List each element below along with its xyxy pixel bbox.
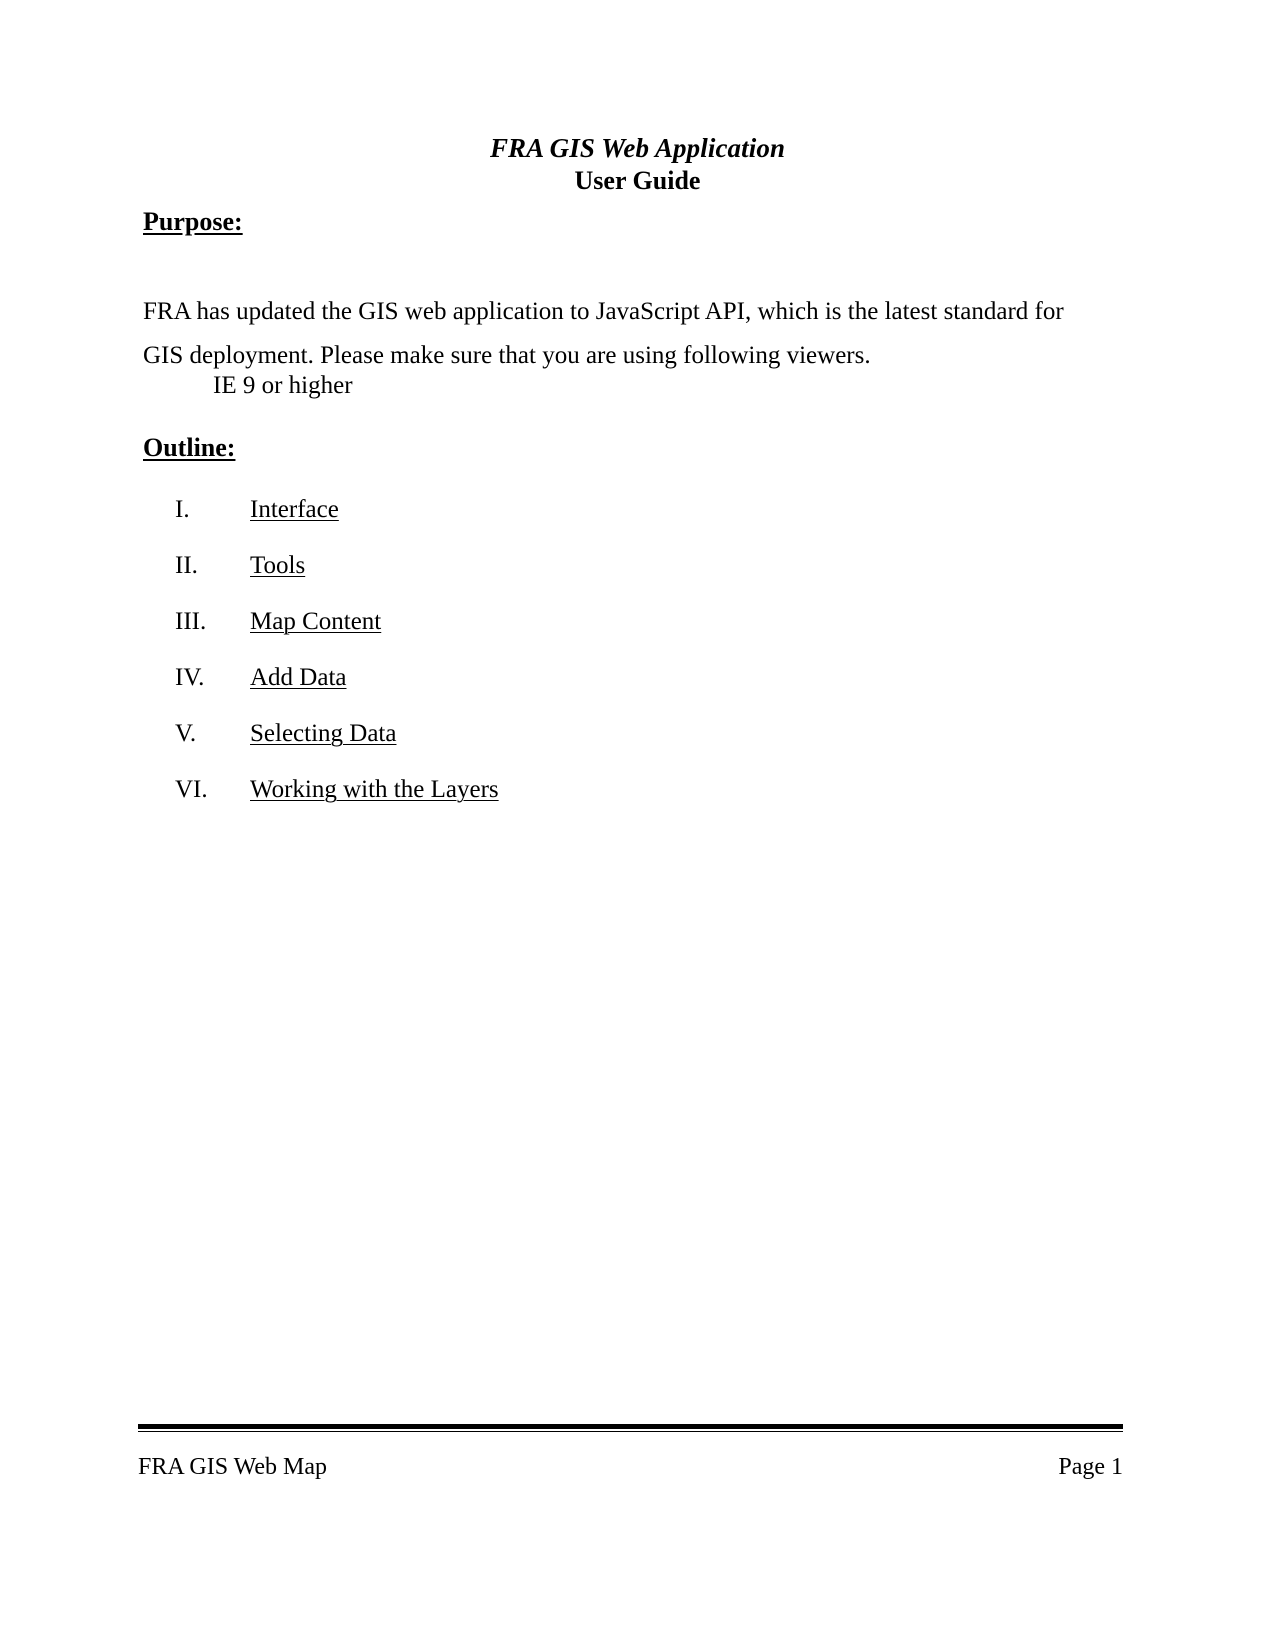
footer-row: FRA GIS Web Map Page 1 xyxy=(138,1452,1123,1482)
purpose-heading: Purpose: xyxy=(143,207,243,236)
list-item: III. Map Content xyxy=(143,606,843,662)
outline-numeral: I. xyxy=(175,496,190,523)
list-item: II. Tools xyxy=(143,550,843,606)
outline-heading: Outline: xyxy=(143,433,236,462)
browser-requirement-line: IE 9 or higher xyxy=(213,372,353,399)
footer-divider-thin xyxy=(138,1431,1123,1432)
purpose-paragraph: FRA has updated the GIS web application … xyxy=(143,298,1064,369)
outline-numeral: III. xyxy=(175,608,207,635)
footer-document-name: FRA GIS Web Map xyxy=(138,1454,327,1480)
outline-numeral: VI. xyxy=(175,776,208,803)
document-title: FRA GIS Web Application xyxy=(489,133,786,163)
outline-link-tools[interactable]: Tools xyxy=(250,550,305,582)
list-item: V. Selecting Data xyxy=(143,718,843,774)
outline-numeral: II. xyxy=(175,552,198,579)
outline-link-map-content[interactable]: Map Content xyxy=(250,606,381,638)
list-item: I. Interface xyxy=(143,494,843,550)
outline-link-selecting-data[interactable]: Selecting Data xyxy=(250,718,396,750)
outline-numeral: V. xyxy=(175,720,197,747)
list-item: IV. Add Data xyxy=(143,662,843,718)
document-subtitle: User Guide xyxy=(574,166,701,195)
outline-link-interface[interactable]: Interface xyxy=(250,494,339,526)
outline-link-working-with-the-layers[interactable]: Working with the Layers xyxy=(250,774,499,806)
outline-list: I. Interface II. Tools III. Map Content … xyxy=(143,494,843,830)
footer-divider-thick xyxy=(138,1424,1123,1429)
page-footer: FRA GIS Web Map Page 1 xyxy=(138,1424,1123,1482)
title-block: FRA GIS Web Application User Guide xyxy=(0,132,1275,197)
outline-numeral: IV. xyxy=(175,664,205,691)
outline-link-add-data[interactable]: Add Data xyxy=(250,662,347,694)
footer-page-number: Page 1 xyxy=(1058,1454,1123,1480)
document-page: FRA GIS Web Application User Guide Purpo… xyxy=(0,0,1275,1650)
list-item: VI. Working with the Layers xyxy=(143,774,843,830)
